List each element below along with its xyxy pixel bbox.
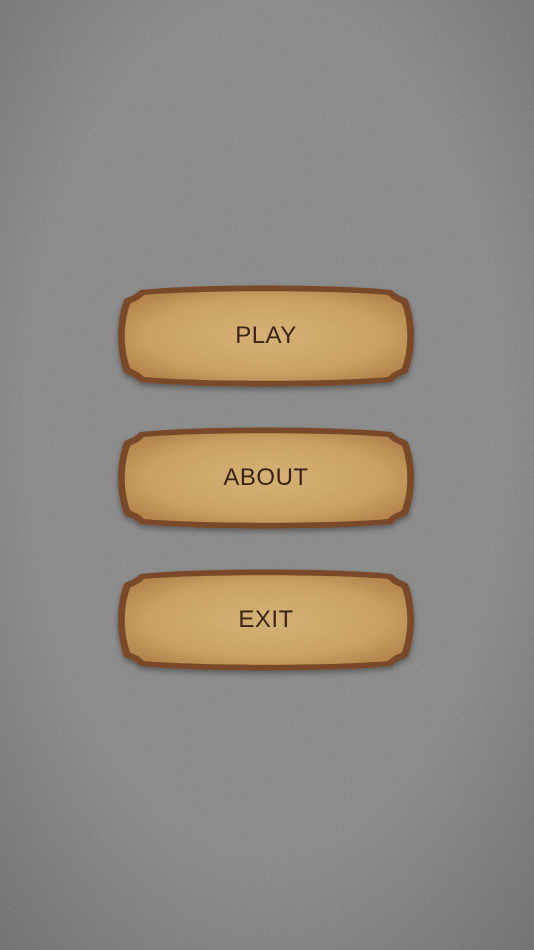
main-menu: PLAY ABOUT EXIT	[0, 0, 534, 950]
cork-plank-exit	[118, 569, 414, 671]
cork-plank-about	[118, 427, 414, 529]
about-button[interactable]: ABOUT	[118, 424, 414, 532]
play-button[interactable]: PLAY	[118, 282, 414, 390]
main-menu-screen: PLAY ABOUT EXIT	[0, 0, 534, 950]
exit-button[interactable]: EXIT	[118, 566, 414, 674]
cork-plank-play	[118, 285, 414, 387]
